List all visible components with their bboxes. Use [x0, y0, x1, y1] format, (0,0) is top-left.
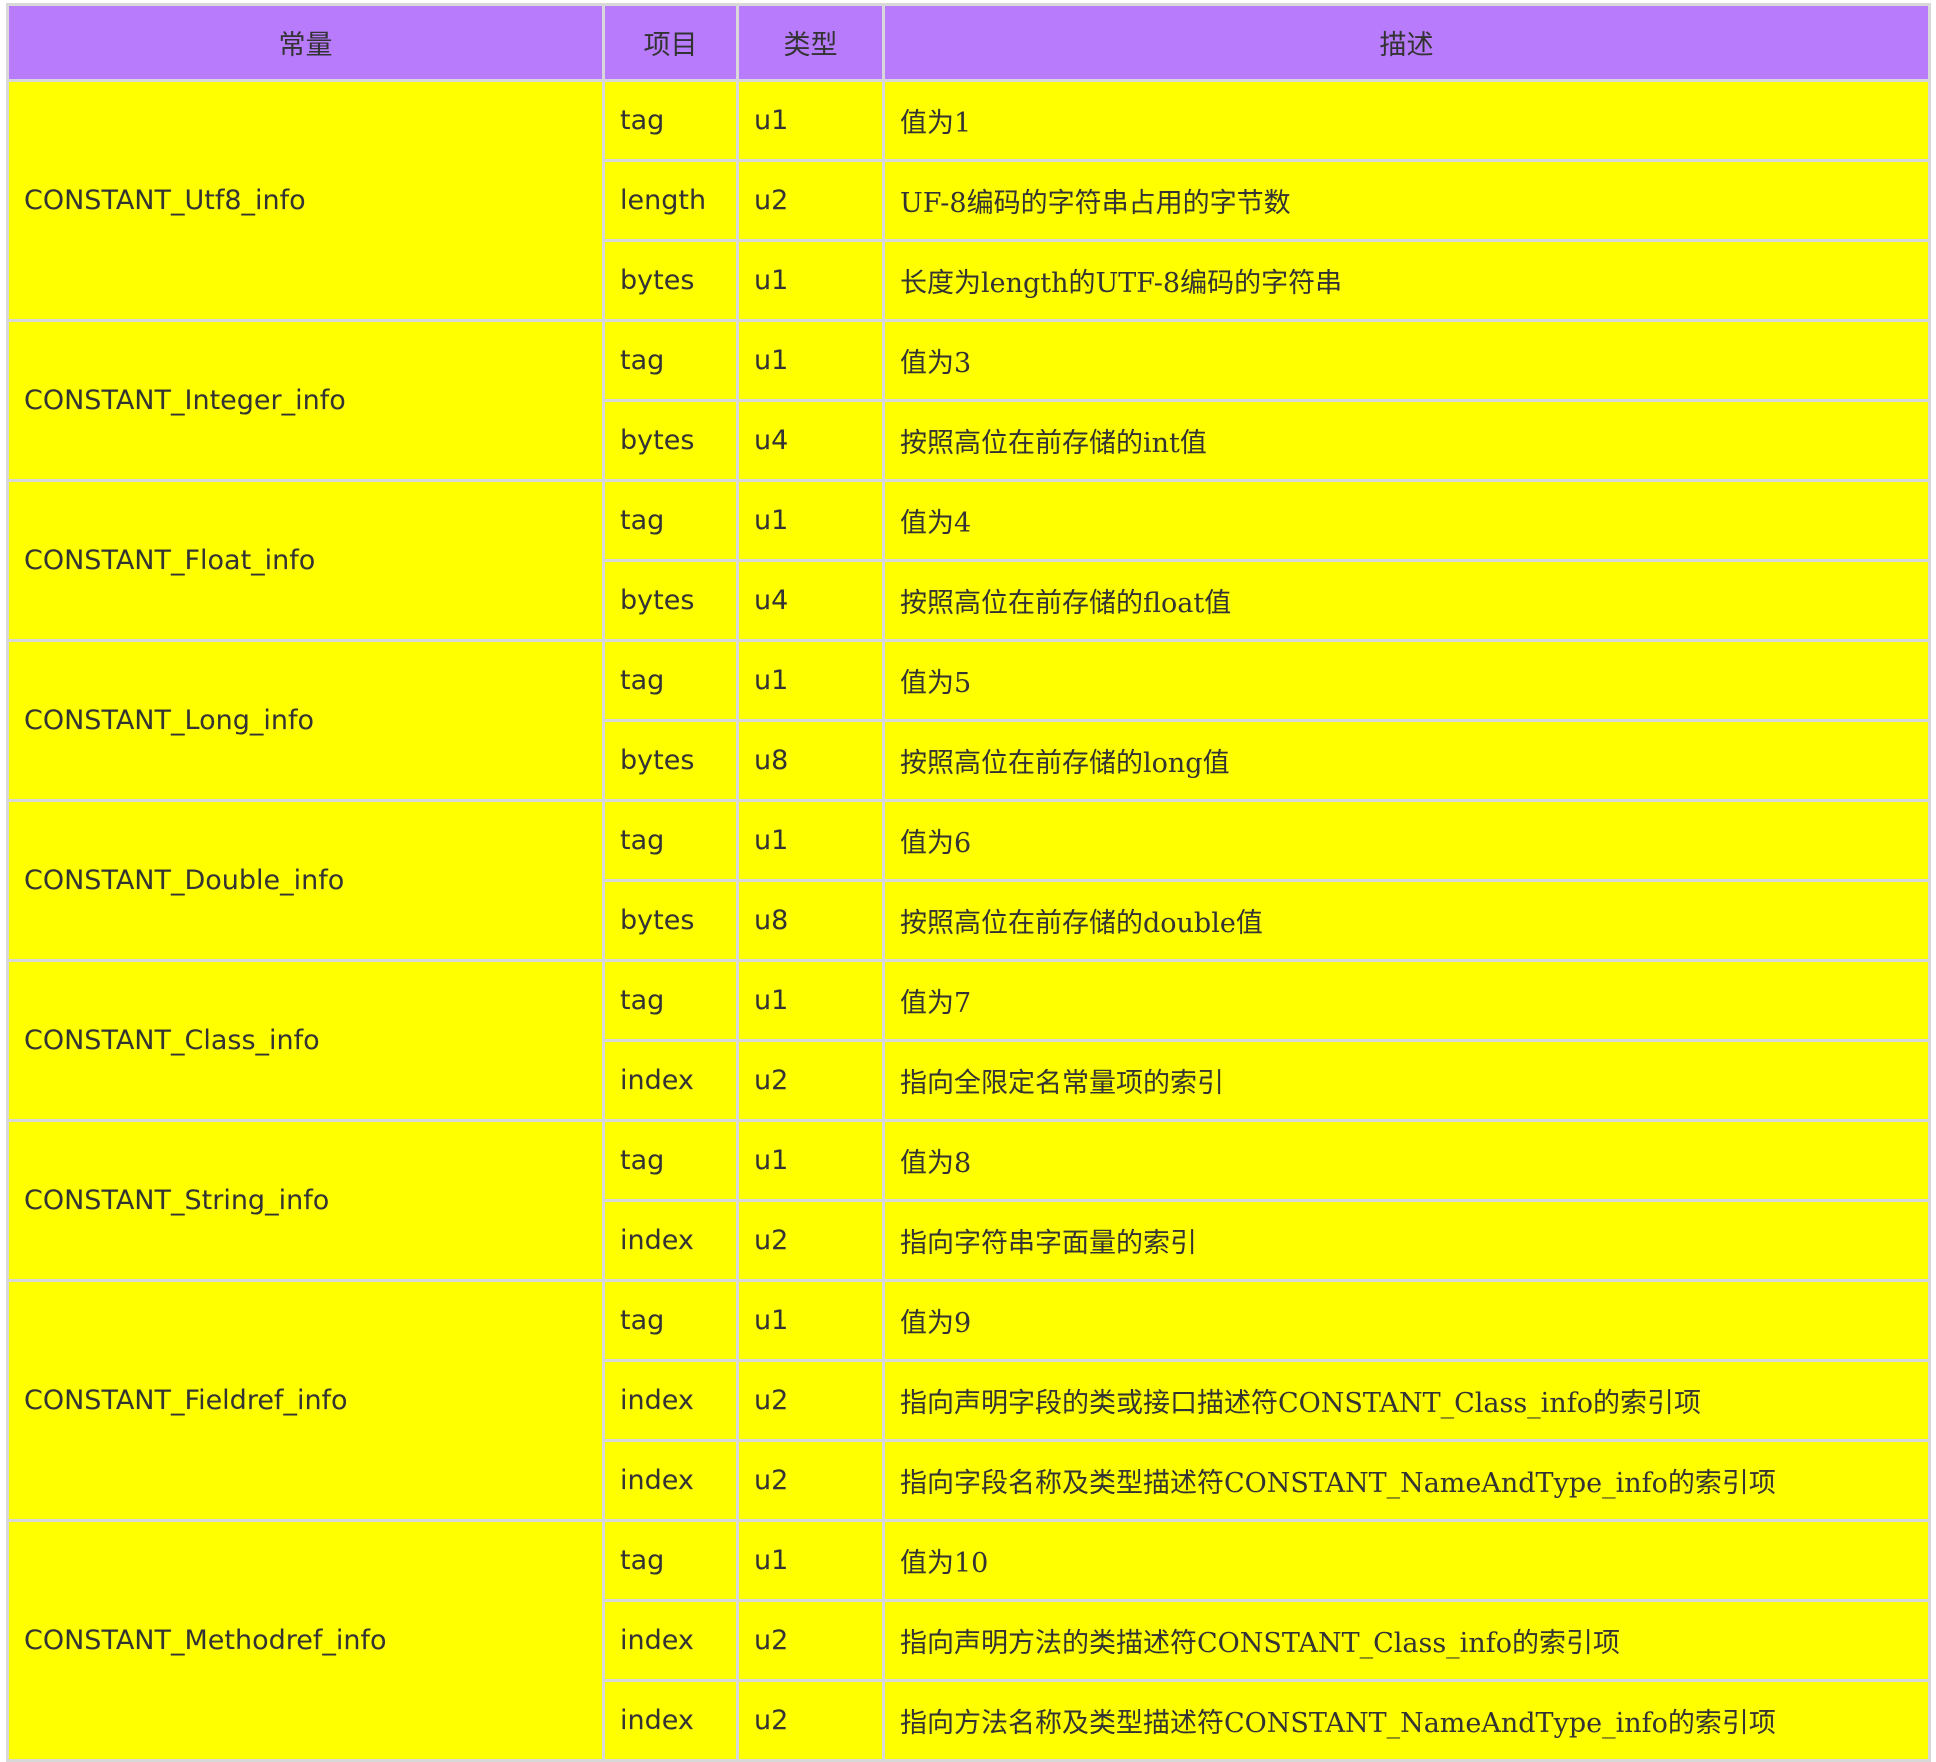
type-cell: u1: [736, 639, 885, 722]
type-cell: u2: [736, 1359, 885, 1442]
header-constant: 常量: [6, 3, 605, 82]
table-row: CONSTANT_Integer_info tag u1 值为3: [6, 319, 1931, 482]
table-row: CONSTANT_Class_info tag u1 值为7: [6, 959, 1931, 1122]
description-cell: 指向字段名称及类型描述符CONSTANT_NameAndType_info的索引…: [882, 1439, 1931, 1522]
item-cell: tag: [602, 79, 739, 162]
item-cell: bytes: [602, 719, 739, 802]
item-cell: tag: [602, 479, 739, 562]
description-cell: 按照高位在前存储的double值: [882, 879, 1931, 962]
description-cell: 指向字符串字面量的索引: [882, 1199, 1931, 1282]
table-row: CONSTANT_Double_info tag u1 值为6: [6, 799, 1931, 962]
description-cell: 指向声明字段的类或接口描述符CONSTANT_Class_info的索引项: [882, 1359, 1931, 1442]
type-cell: u8: [736, 719, 885, 802]
type-cell: u1: [736, 1119, 885, 1202]
type-cell: u2: [736, 1039, 885, 1122]
type-cell: u1: [736, 79, 885, 162]
constant-pool-table: 常量 项目 类型 描述 CONSTANT_Utf8_info tag u1 值为1 le…: [6, 3, 1931, 1762]
item-cell: bytes: [602, 559, 739, 642]
type-cell: u1: [736, 799, 885, 882]
constant-name-cell: CONSTANT_Integer_info: [6, 319, 605, 482]
item-cell: tag: [602, 319, 739, 402]
table-body: CONSTANT_Utf8_info tag u1 值为1 length u2 UF-8编码…: [6, 79, 1931, 1762]
description-cell: 按照高位在前存储的float值: [882, 559, 1931, 642]
type-cell: u1: [736, 239, 885, 322]
header-item: 项目: [602, 3, 739, 82]
constant-name-cell: CONSTANT_Fieldref_info: [6, 1279, 605, 1522]
item-cell: tag: [602, 1119, 739, 1202]
table-row: CONSTANT_Fieldref_info tag u1 值为9: [6, 1279, 1931, 1522]
constant-name-cell: CONSTANT_Utf8_info: [6, 79, 605, 322]
description-cell: 值为7: [882, 959, 1931, 1042]
item-cell: length: [602, 159, 739, 242]
item-cell: tag: [602, 959, 739, 1042]
constant-name-cell: CONSTANT_Long_info: [6, 639, 605, 802]
description-cell: 指向声明方法的类描述符CONSTANT_Class_info的索引项: [882, 1599, 1931, 1682]
description-cell: 长度为length的UTF-8编码的字符串: [882, 239, 1931, 322]
type-cell: u2: [736, 1599, 885, 1682]
item-cell: tag: [602, 799, 739, 882]
description-cell: 值为1: [882, 79, 1931, 162]
table-container: 常量 项目 类型 描述 CONSTANT_Utf8_info tag u1 值为1 le…: [6, 3, 1931, 1762]
table-row: CONSTANT_Float_info tag u1 值为4: [6, 479, 1931, 642]
header-row: 常量 项目 类型 描述: [6, 3, 1931, 82]
type-cell: u1: [736, 319, 885, 402]
description-cell: UF-8编码的字符串占用的字节数: [882, 159, 1931, 242]
item-cell: index: [602, 1359, 739, 1442]
type-cell: u1: [736, 959, 885, 1042]
description-cell: 值为5: [882, 639, 1931, 722]
item-cell: bytes: [602, 239, 739, 322]
description-cell: 指向方法名称及类型描述符CONSTANT_NameAndType_info的索引…: [882, 1679, 1931, 1762]
table-row: CONSTANT_String_info tag u1 值为8: [6, 1119, 1931, 1282]
item-cell: index: [602, 1599, 739, 1682]
item-cell: bytes: [602, 399, 739, 482]
constant-name-cell: CONSTANT_Class_info: [6, 959, 605, 1122]
item-cell: index: [602, 1039, 739, 1122]
description-cell: 值为4: [882, 479, 1931, 562]
description-cell: 按照高位在前存储的int值: [882, 399, 1931, 482]
description-cell: 指向全限定名常量项的索引: [882, 1039, 1931, 1122]
constant-name-cell: CONSTANT_Float_info: [6, 479, 605, 642]
item-cell: tag: [602, 1519, 739, 1602]
item-cell: index: [602, 1199, 739, 1282]
type-cell: u1: [736, 1519, 885, 1602]
header-description: 描述: [882, 3, 1931, 82]
type-cell: u2: [736, 1199, 885, 1282]
description-cell: 按照高位在前存储的long值: [882, 719, 1931, 802]
table-row: CONSTANT_Utf8_info tag u1 值为1: [6, 79, 1931, 322]
item-cell: tag: [602, 1279, 739, 1362]
type-cell: u1: [736, 479, 885, 562]
constant-name-cell: CONSTANT_Methodref_info: [6, 1519, 605, 1762]
item-cell: bytes: [602, 879, 739, 962]
type-cell: u2: [736, 159, 885, 242]
type-cell: u8: [736, 879, 885, 962]
description-cell: 值为10: [882, 1519, 1931, 1602]
table-row: CONSTANT_Methodref_info tag u1 值为10: [6, 1519, 1931, 1762]
type-cell: u2: [736, 1439, 885, 1522]
description-cell: 值为8: [882, 1119, 1931, 1202]
type-cell: u4: [736, 559, 885, 642]
table-row: CONSTANT_Long_info tag u1 值为5: [6, 639, 1931, 802]
item-cell: index: [602, 1439, 739, 1522]
description-cell: 值为9: [882, 1279, 1931, 1362]
type-cell: u4: [736, 399, 885, 482]
description-cell: 值为6: [882, 799, 1931, 882]
header-type: 类型: [736, 3, 885, 82]
item-cell: tag: [602, 639, 739, 722]
description-cell: 值为3: [882, 319, 1931, 402]
type-cell: u1: [736, 1279, 885, 1362]
constant-name-cell: CONSTANT_String_info: [6, 1119, 605, 1282]
item-cell: index: [602, 1679, 739, 1762]
constant-name-cell: CONSTANT_Double_info: [6, 799, 605, 962]
type-cell: u2: [736, 1679, 885, 1762]
